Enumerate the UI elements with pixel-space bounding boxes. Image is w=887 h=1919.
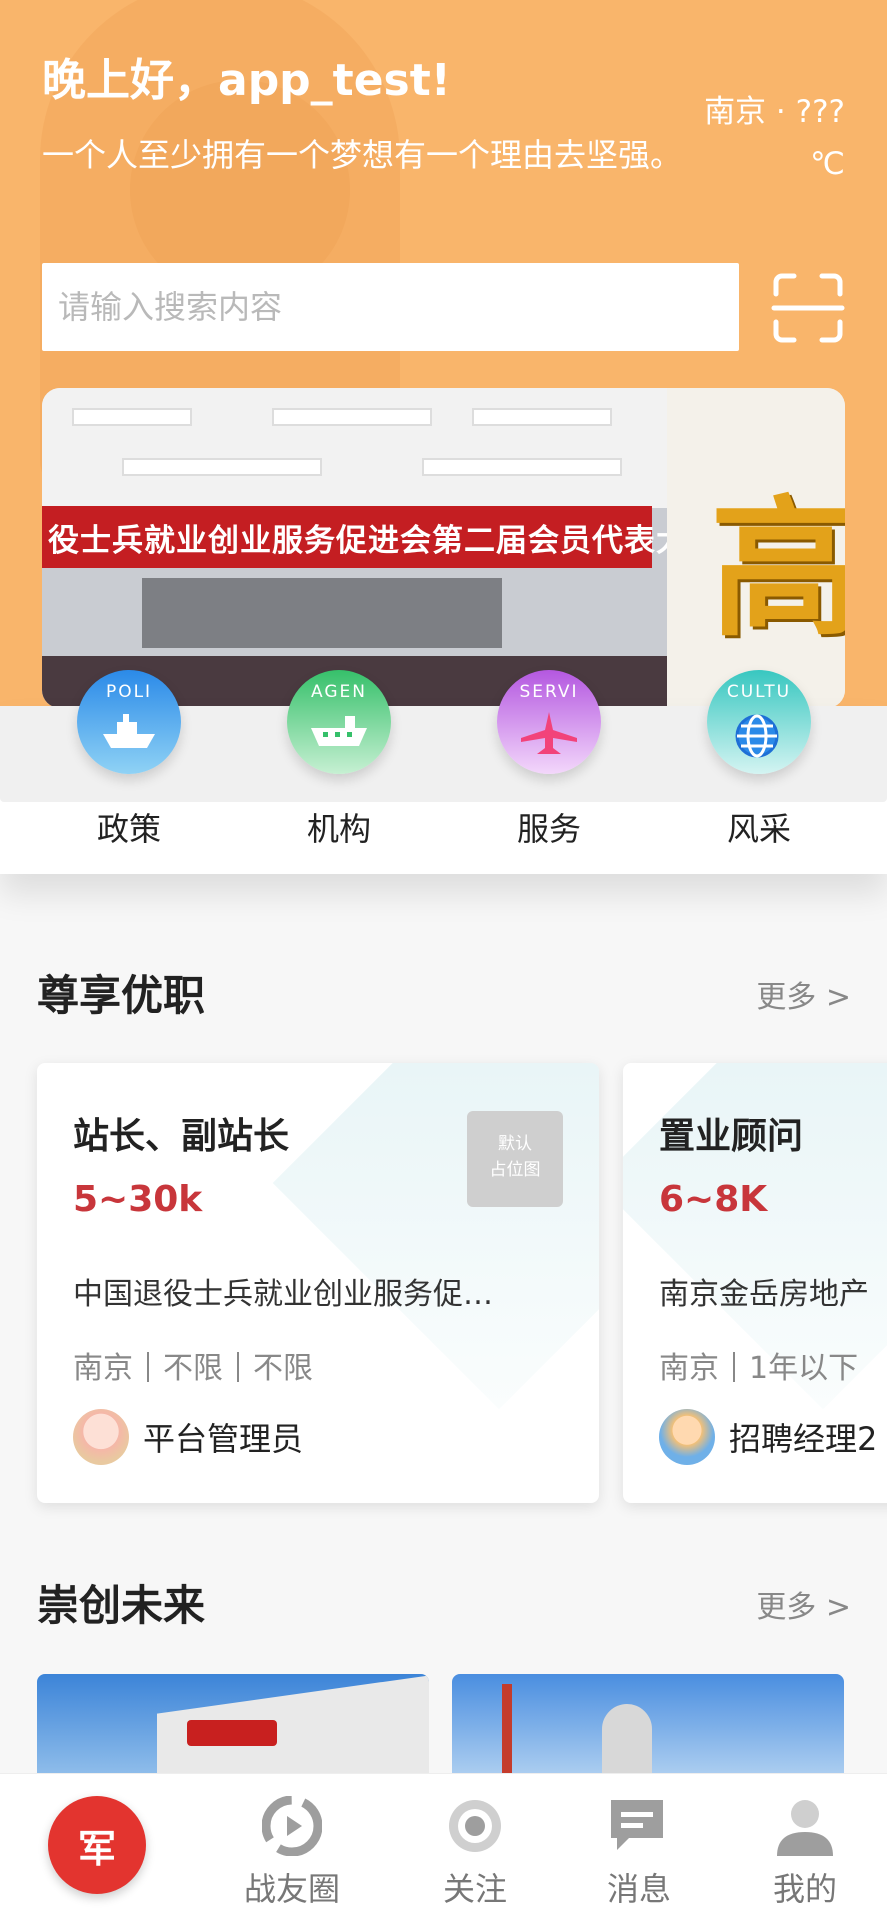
job-tags: 南京 不限 不限 <box>73 1343 313 1387</box>
category-label: 服务 <box>516 810 581 848</box>
tab-label: 关注 <box>442 1870 507 1908</box>
home-badge-icon: 军 <box>77 1827 116 1871</box>
banner-light <box>72 408 192 426</box>
banner-painting <box>142 578 502 648</box>
greeting: 晚上好，app_test! <box>42 55 451 106</box>
poster-name: 平台管理员 <box>143 1420 304 1458</box>
category-label: 政策 <box>96 810 161 848</box>
home-button[interactable]: 军 <box>48 1796 146 1894</box>
job-card[interactable]: 置业顾问 6~8K 南京金岳房地产 南京 1年以下 招聘经理2 <box>623 1063 887 1503</box>
banner-light <box>122 458 322 476</box>
tab-follow[interactable]: 关注 <box>405 1774 545 1919</box>
search-box[interactable] <box>42 263 739 351</box>
job-card[interactable]: 站长、副站长 5~30k 中国退役士兵就业创业服务促… 南京 不限 不限 平台管理员… <box>37 1063 599 1503</box>
jet-icon: SERVI <box>497 670 601 774</box>
carrier-icon: AGEN <box>287 670 391 774</box>
category-card: POLI 政策 AGEN 机构 SERVI 服务 CULTU 风采 <box>0 670 887 874</box>
profile-icon <box>773 1796 837 1864</box>
banner-caption: 役士兵就业创业服务促进会第二届会员代表大会 <box>48 522 720 559</box>
banner-light <box>422 458 622 476</box>
future-section-title: 崇创未来 <box>37 1581 206 1630</box>
tab-messages[interactable]: 消息 <box>569 1774 709 1919</box>
tag-divider <box>733 1352 735 1382</box>
tab-label: 我的 <box>772 1870 837 1908</box>
job-city: 南京 <box>73 1351 133 1386</box>
job-title: 站长、副站长 <box>73 1116 290 1157</box>
weather: 南京 · ??? ℃ <box>655 86 845 190</box>
job-poster: 平台管理员 <box>73 1409 303 1465</box>
job-salary: 6~8K <box>659 1179 768 1220</box>
category-label: 机构 <box>306 810 371 848</box>
weather-city: 南京 · ??? <box>704 94 845 130</box>
job-company: 南京金岳房地产 <box>659 1277 869 1312</box>
banner-red-banner: 役士兵就业创业服务促进会第二届会员代表大会 <box>42 506 719 568</box>
job-experience: 不限 <box>163 1351 223 1386</box>
job-poster: 招聘经理2 <box>659 1409 877 1465</box>
banner-side-text: 高 <box>710 483 845 657</box>
tag-divider <box>147 1352 149 1382</box>
job-salary: 5~30k <box>73 1179 203 1220</box>
banner-light <box>472 408 612 426</box>
future-more-link[interactable]: 更多 > <box>756 1582 851 1626</box>
ship-icon: POLI <box>77 670 181 774</box>
globe-icon: CULTU <box>707 670 811 774</box>
job-company: 中国退役士兵就业创业服务促… <box>73 1277 493 1312</box>
category-culture[interactable]: CULTU 风采 <box>694 670 824 850</box>
tag-divider <box>237 1352 239 1382</box>
banner-ceiling <box>42 388 667 508</box>
tab-label: 战友圈 <box>243 1870 340 1908</box>
job-city: 南京 <box>659 1351 719 1386</box>
follow-icon <box>445 1796 505 1860</box>
poster-name: 招聘经理2 <box>729 1420 878 1458</box>
category-service[interactable]: SERVI 服务 <box>484 670 614 850</box>
message-icon <box>607 1796 671 1860</box>
banner-carousel[interactable]: 役士兵就业创业服务促进会第二届会员代表大会 高 <box>42 388 845 708</box>
banner-light <box>272 408 432 426</box>
jobs-section-title: 尊享优职 <box>37 971 206 1020</box>
weather-unit: ℃ <box>810 146 845 182</box>
jobs-more-link[interactable]: 更多 > <box>756 972 851 1016</box>
avatar <box>73 1409 129 1465</box>
category-label: 风采 <box>726 810 791 848</box>
circle-icon <box>261 1795 323 1860</box>
category-policy[interactable]: POLI 政策 <box>64 670 194 850</box>
job-tags: 南京 1年以下 <box>659 1343 858 1387</box>
search-input[interactable] <box>58 288 739 326</box>
company-logo-placeholder: 默认 占位图 <box>467 1111 563 1207</box>
tab-label: 消息 <box>606 1870 671 1908</box>
avatar <box>659 1409 715 1465</box>
job-experience: 1年以下 <box>749 1351 859 1386</box>
scan-icon[interactable] <box>770 270 846 346</box>
category-agency[interactable]: AGEN 机构 <box>274 670 404 850</box>
tab-profile[interactable]: 我的 <box>735 1774 875 1919</box>
building-sign <box>187 1720 277 1746</box>
job-education: 不限 <box>253 1351 313 1386</box>
job-title: 置业顾问 <box>659 1116 804 1157</box>
motto: 一个人至少拥有一个梦想有一个理由去坚强。 <box>42 136 683 174</box>
tab-moments[interactable]: 战友圈 <box>222 1774 362 1919</box>
